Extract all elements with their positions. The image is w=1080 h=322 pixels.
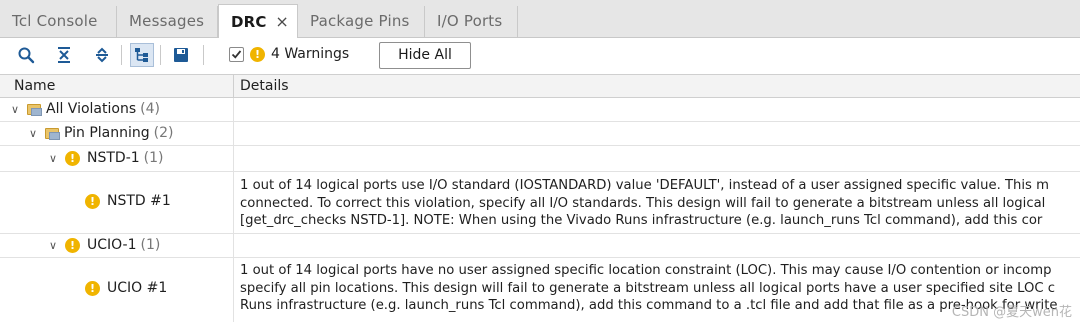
warnings-label: 4 Warnings [271, 46, 350, 62]
column-divider [233, 234, 234, 257]
violation-count: (2) [153, 125, 174, 141]
tab-package-pins[interactable]: Package Pins [298, 6, 425, 37]
tree-row-ucio-1[interactable]: ∨ ! UCIO-1 (1) [0, 234, 1080, 258]
save-icon[interactable] [169, 43, 193, 67]
folder-icon [45, 127, 60, 140]
warnings-checkbox[interactable] [229, 47, 244, 62]
chevron-down-icon[interactable]: ∨ [26, 127, 40, 140]
column-divider [233, 98, 234, 121]
warning-icon: ! [65, 237, 80, 253]
tree-node-label: NSTD-1 [87, 150, 140, 166]
close-icon[interactable]: × [275, 5, 289, 39]
violation-details: 1 out of 14 logical ports use I/O standa… [240, 177, 1080, 230]
violation-count: (4) [140, 101, 160, 117]
warning-icon: ! [85, 193, 100, 209]
tree-node: ! NSTD #1 [80, 193, 171, 209]
violation-count: (1) [143, 150, 164, 166]
tree-node-label: NSTD #1 [107, 193, 171, 209]
column-divider[interactable] [233, 75, 234, 98]
toolbar-separator [121, 45, 122, 65]
tree-row-all-violations[interactable]: ∨ All Violations (4) [0, 98, 1080, 122]
tree-node-label: UCIO #1 [107, 280, 168, 296]
toolbar-separator [160, 45, 161, 65]
toolbar-separator [203, 45, 204, 65]
details-line: connected. To correct this violation, sp… [240, 195, 1046, 211]
column-divider [233, 172, 234, 233]
hierarchy-icon[interactable] [130, 43, 154, 67]
tab-io-ports[interactable]: I/O Ports [425, 6, 518, 37]
column-divider [233, 258, 234, 322]
warning-icon: ! [85, 280, 100, 296]
tree-row-pin-planning[interactable]: ∨ Pin Planning (2) [0, 122, 1080, 146]
details-line: [get_drc_checks NSTD-1]. NOTE: When usin… [240, 213, 1043, 228]
tree-node: ∨ All Violations (4) [8, 101, 160, 117]
chevron-down-icon[interactable]: ∨ [8, 103, 22, 116]
details-line: 1 out of 14 logical ports have no user a… [240, 263, 1052, 278]
tab-messages[interactable]: Messages [117, 6, 218, 37]
toolbar: ! 4 Warnings [0, 38, 1080, 72]
chevron-down-icon[interactable]: ∨ [46, 152, 60, 165]
tree-node: ! UCIO #1 [80, 280, 167, 296]
folder-icon [27, 103, 42, 116]
warning-icon: ! [250, 47, 265, 62]
hide-all-button[interactable]: Hide All [379, 42, 471, 69]
tab-drc[interactable]: DRC × [218, 4, 298, 38]
column-divider [233, 122, 234, 145]
tree-node-label: UCIO-1 [87, 237, 137, 253]
tab-tcl-console[interactable]: Tcl Console [0, 6, 117, 37]
tree-node-label: All Violations [46, 101, 137, 117]
expand-all-icon[interactable] [90, 43, 114, 67]
tree-node: ∨ Pin Planning (2) [26, 125, 174, 141]
tree-node: ∨ ! UCIO-1 (1) [46, 237, 160, 253]
table-header: Name Details [0, 74, 1080, 98]
watermark: CSDN @夏天wen花 [951, 305, 1072, 320]
tree-row-nstd-violation[interactable]: ! NSTD #1 1 out of 14 logical ports use … [0, 172, 1080, 234]
tree-row-ucio-violation[interactable]: ! UCIO #1 1 out of 14 logical ports have… [0, 258, 1080, 322]
tree-node-label: Pin Planning [64, 125, 150, 141]
column-header-details[interactable]: Details [240, 75, 289, 98]
collapse-all-icon[interactable] [52, 43, 76, 67]
warning-icon: ! [65, 150, 80, 166]
search-icon[interactable] [14, 43, 38, 67]
details-line: 1 out of 14 logical ports use I/O standa… [240, 178, 1049, 193]
tab-drc-label: DRC [231, 13, 267, 31]
column-divider [233, 146, 234, 171]
column-header-name[interactable]: Name [14, 75, 55, 98]
tree-node: ∨ ! NSTD-1 (1) [46, 150, 164, 166]
tab-bar: Tcl Console Messages DRC × Package Pins … [0, 0, 1080, 38]
violation-count: (1) [140, 237, 161, 253]
tree-row-nstd-1[interactable]: ∨ ! NSTD-1 (1) [0, 146, 1080, 172]
chevron-down-icon[interactable]: ∨ [46, 239, 60, 252]
details-line: specify all pin locations. This design w… [240, 280, 1056, 296]
